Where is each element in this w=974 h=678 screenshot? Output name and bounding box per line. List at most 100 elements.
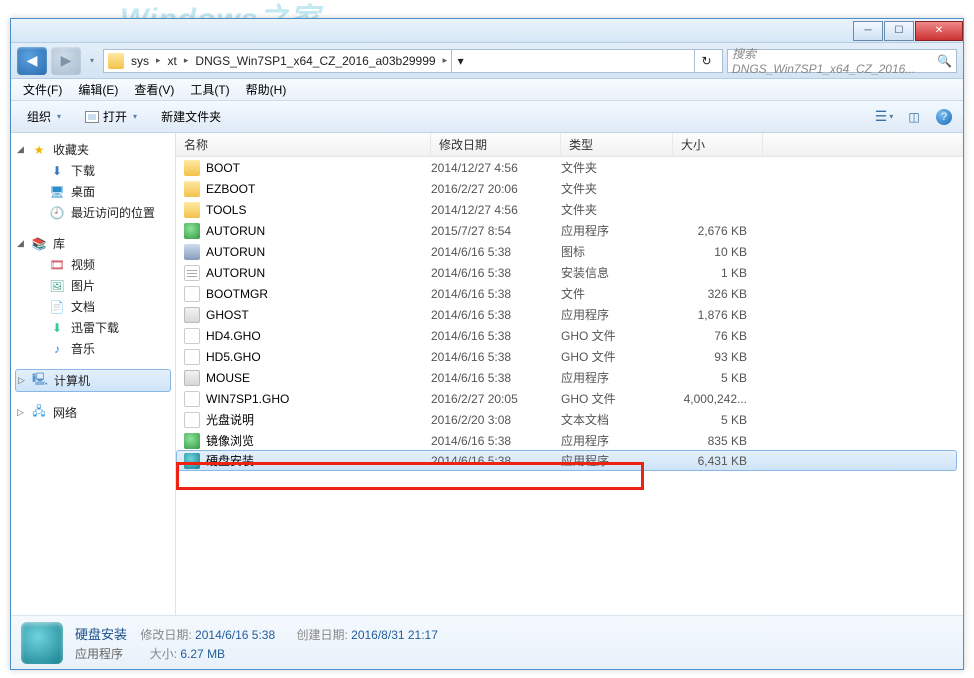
chevron-right-icon[interactable]: ▸	[152, 55, 165, 66]
col-header-type[interactable]: 类型	[561, 133, 673, 156]
breadcrumb-item[interactable]: xt	[165, 54, 180, 68]
chevron-down-icon: ▾	[133, 112, 137, 121]
back-button[interactable]: ◀	[17, 47, 47, 75]
file-icon	[184, 307, 200, 323]
details-pane: 硬盘安装 修改日期: 2014/6/16 5:38 创建日期: 2016/8/3…	[11, 615, 963, 669]
file-name: 光盘说明	[206, 411, 254, 428]
view-mode-button[interactable]: ☰▾	[873, 106, 895, 128]
file-size: 1,876 KB	[673, 308, 755, 322]
nav-history-drop[interactable]: ▾	[85, 47, 99, 75]
file-date: 2014/6/16 5:38	[431, 308, 561, 322]
sidebar-computer[interactable]: ▷🖳计算机	[15, 369, 171, 392]
search-icon[interactable]: 🔍	[937, 54, 952, 68]
file-icon	[184, 328, 200, 344]
file-date: 2014/6/16 5:38	[431, 266, 561, 280]
menu-help[interactable]: 帮助(H)	[240, 79, 293, 100]
file-type: GHO 文件	[561, 390, 673, 407]
forward-button[interactable]: ▶	[51, 47, 81, 75]
sidebar-item-xunlei[interactable]: ⬇迅雷下载	[11, 317, 175, 338]
desktop-icon: 🖥	[49, 184, 65, 200]
sidebar-network[interactable]: ▷🖧网络	[11, 402, 175, 423]
file-icon	[184, 244, 200, 260]
menu-edit[interactable]: 编辑(E)	[72, 79, 124, 100]
sidebar-item-desktop[interactable]: 🖥桌面	[11, 181, 175, 202]
organize-button[interactable]: 组织▾	[19, 105, 69, 128]
file-row[interactable]: 镜像浏览2014/6/16 5:38应用程序835 KB	[176, 430, 963, 451]
close-button[interactable]: ✕	[915, 21, 963, 41]
sidebar-item-downloads[interactable]: ⬇下载	[11, 160, 175, 181]
forward-arrow-icon: ▶	[61, 52, 72, 69]
menu-tools[interactable]: 工具(T)	[184, 79, 235, 100]
twisty-icon: ◢	[17, 238, 24, 249]
file-type: 应用程序	[561, 222, 673, 239]
menu-view[interactable]: 查看(V)	[128, 79, 180, 100]
nav-row: ◀ ▶ ▾ sys ▸ xt ▸ DNGS_Win7SP1_x64_CZ_201…	[11, 43, 963, 79]
search-input[interactable]: 搜索 DNGS_Win7SP1_x64_CZ_2016... 🔍	[727, 49, 957, 73]
menu-file[interactable]: 文件(F)	[17, 79, 68, 100]
file-icon	[184, 286, 200, 302]
breadcrumb-item[interactable]: DNGS_Win7SP1_x64_CZ_2016_a03b29999	[192, 54, 438, 68]
maximize-button[interactable]: ☐	[884, 21, 914, 41]
file-name: BOOTMGR	[206, 287, 268, 301]
preview-pane-button[interactable]: ◫	[903, 106, 925, 128]
file-row[interactable]: EZBOOT2016/2/27 20:06文件夹	[176, 178, 963, 199]
file-date: 2014/6/16 5:38	[431, 329, 561, 343]
file-row[interactable]: MOUSE2014/6/16 5:38应用程序5 KB	[176, 367, 963, 388]
file-row[interactable]: HD5.GHO2014/6/16 5:38GHO 文件93 KB	[176, 346, 963, 367]
help-button[interactable]: ?	[933, 106, 955, 128]
sidebar-favorites[interactable]: ◢★收藏夹	[11, 139, 175, 160]
file-icon	[184, 370, 200, 386]
file-row[interactable]: AUTORUN2014/6/16 5:38安装信息1 KB	[176, 262, 963, 283]
sidebar-item-recent[interactable]: 🕘最近访问的位置	[11, 202, 175, 223]
document-icon: 📄	[49, 299, 65, 315]
file-type: GHO 文件	[561, 327, 673, 344]
file-icon	[184, 391, 200, 407]
file-name: GHOST	[206, 308, 249, 322]
chevron-down-icon: ▾	[889, 112, 893, 121]
file-row[interactable]: HD4.GHO2014/6/16 5:38GHO 文件76 KB	[176, 325, 963, 346]
file-row[interactable]: 光盘说明2016/2/20 3:08文本文档5 KB	[176, 409, 963, 430]
chevron-right-icon[interactable]: ▸	[180, 55, 193, 66]
file-row[interactable]: WIN7SP1.GHO2016/2/27 20:05GHO 文件4,000,24…	[176, 388, 963, 409]
star-icon: ★	[31, 142, 47, 158]
sidebar-item-videos[interactable]: 🎞视频	[11, 254, 175, 275]
file-type: 文件夹	[561, 201, 673, 218]
sidebar-item-documents[interactable]: 📄文档	[11, 296, 175, 317]
file-date: 2016/2/27 20:05	[431, 392, 561, 406]
details-mod-value: 2014/6/16 5:38	[195, 628, 275, 642]
refresh-button[interactable]: ↻	[694, 49, 718, 73]
xunlei-icon: ⬇	[49, 320, 65, 336]
breadcrumb-drop[interactable]: ▾	[451, 49, 469, 73]
new-folder-button[interactable]: 新建文件夹	[153, 105, 229, 128]
col-header-name[interactable]: 名称	[176, 133, 431, 156]
file-icon	[184, 412, 200, 428]
open-button[interactable]: 打开▾	[77, 105, 145, 128]
computer-icon: 🖳	[32, 373, 48, 389]
file-type: 应用程序	[561, 432, 673, 449]
breadcrumb-bar[interactable]: sys ▸ xt ▸ DNGS_Win7SP1_x64_CZ_2016_a03b…	[103, 49, 723, 73]
file-type: 应用程序	[561, 306, 673, 323]
chevron-right-icon[interactable]: ▸	[439, 55, 452, 66]
col-header-size[interactable]: 大小	[673, 133, 763, 156]
sidebar-item-pictures[interactable]: 🖼图片	[11, 275, 175, 296]
col-header-date[interactable]: 修改日期	[431, 133, 561, 156]
breadcrumb-item[interactable]: sys	[128, 54, 152, 68]
file-row[interactable]: AUTORUN2014/6/16 5:38图标10 KB	[176, 241, 963, 262]
file-rows: BOOT2014/12/27 4:56文件夹EZBOOT2016/2/27 20…	[176, 157, 963, 615]
view-icon: ☰	[875, 108, 888, 125]
file-row[interactable]: GHOST 2014/6/16 5:38应用程序1,876 KB	[176, 304, 963, 325]
sidebar-item-music[interactable]: ♪音乐	[11, 338, 175, 359]
file-size: 6,431 KB	[673, 454, 755, 468]
file-row[interactable]: AUTORUN2015/7/27 8:54应用程序2,676 KB	[176, 220, 963, 241]
open-icon	[85, 111, 99, 123]
file-row[interactable]: BOOTMGR2014/6/16 5:38文件326 KB	[176, 283, 963, 304]
details-create-value: 2016/8/31 21:17	[351, 628, 438, 642]
picture-icon: 🖼	[49, 278, 65, 294]
twisty-icon: ◢	[17, 144, 24, 155]
minimize-button[interactable]: ─	[853, 21, 883, 41]
file-row[interactable]: TOOLS2014/12/27 4:56文件夹	[176, 199, 963, 220]
sidebar-libraries[interactable]: ◢📚库	[11, 233, 175, 254]
file-date: 2014/6/16 5:38	[431, 454, 561, 468]
file-row[interactable]: BOOT2014/12/27 4:56文件夹	[176, 157, 963, 178]
file-row[interactable]: 硬盘安装2014/6/16 5:38应用程序6,431 KB	[176, 450, 957, 471]
